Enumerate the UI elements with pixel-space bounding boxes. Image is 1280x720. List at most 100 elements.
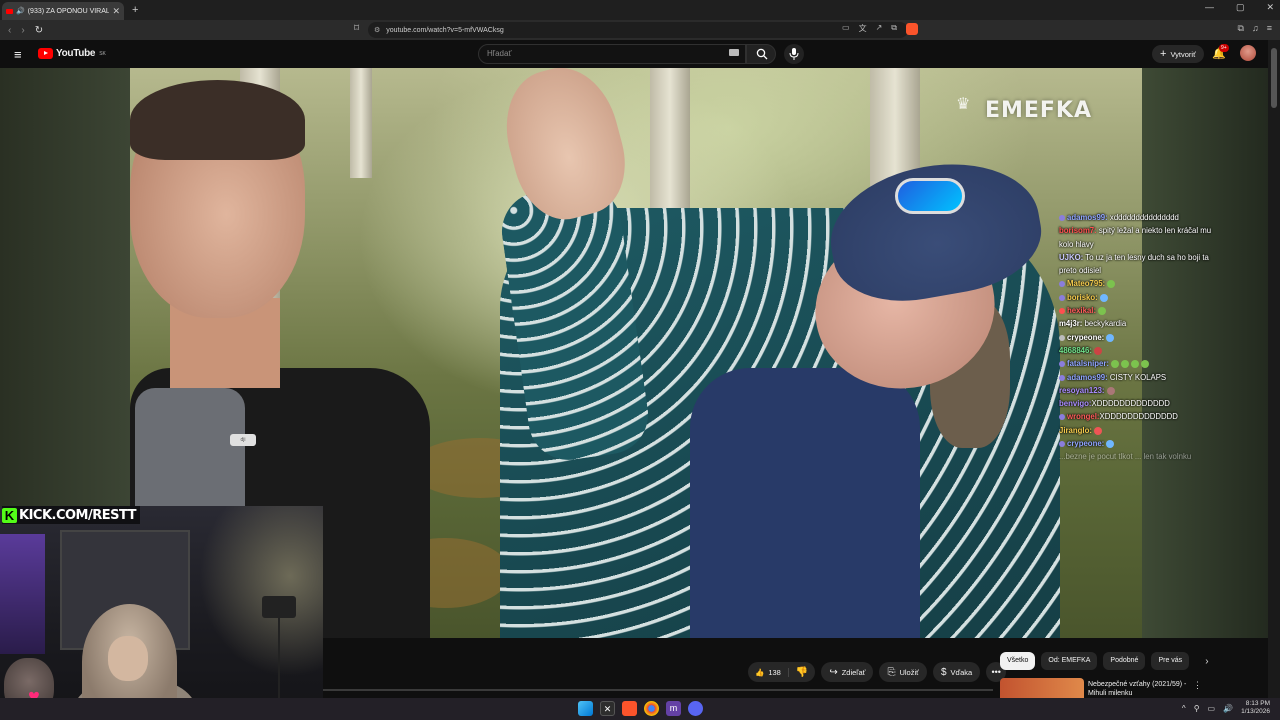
network-icon[interactable]: ▭ xyxy=(1208,704,1216,713)
chat-message: adamos99: xddddddddddddddd xyxy=(1059,211,1229,224)
back-icon[interactable]: ‹ xyxy=(8,25,11,36)
chat-message: benvigo:XDDDDDDDDDDDDD xyxy=(1059,397,1229,410)
browser-tab[interactable]: 🔊 (933) ZA OPONOU VIRALITY ✕ xyxy=(2,2,124,20)
recommended-title[interactable]: Nebezpečné vzťahy (2021/59) - Mihuli mil… xyxy=(1088,680,1188,698)
search-input[interactable]: Hľadať xyxy=(478,44,746,64)
close-window-button[interactable]: ✕ xyxy=(1266,2,1274,13)
reload-icon[interactable]: ↻ xyxy=(35,25,43,36)
search-button[interactable] xyxy=(746,44,776,64)
chat-username: UJKO: xyxy=(1059,252,1084,262)
emote-icon xyxy=(1106,439,1115,448)
chat-message: borisko: xyxy=(1059,291,1229,304)
windows-start-icon[interactable] xyxy=(578,701,593,716)
region-code: SK xyxy=(99,50,106,57)
kick-channel-overlay: K KICK.COM/RESTT xyxy=(2,506,141,524)
tree-trunk xyxy=(350,68,372,178)
microphone-icon xyxy=(789,48,799,60)
keyboard-icon[interactable] xyxy=(729,49,739,56)
chat-username: adamos99: xyxy=(1067,372,1108,382)
recommendation-chips: Všetko Od: EMEFKA Podobné Pre vás › xyxy=(1000,652,1209,670)
chat-message: hexikal: xyxy=(1059,304,1229,317)
chat-overlay: adamos99: xddddddddddddddd borisom7: spi… xyxy=(1059,211,1229,464)
chat-message: m4j3r: beckykardia xyxy=(1059,317,1229,330)
terminal-icon[interactable]: ✕ xyxy=(600,701,615,716)
youtube-favicon-icon xyxy=(6,8,13,14)
site-info-icon[interactable]: ⚙ xyxy=(374,26,380,34)
bookmark-save-icon: ⎘ xyxy=(887,666,896,678)
url-bar[interactable]: ⚙ youtube.com/watch?v=5-mfVWACksg xyxy=(368,22,908,38)
thanks-button[interactable]: $ Vďaka xyxy=(932,662,981,682)
extensions-icon[interactable]: ⧉ xyxy=(1238,23,1244,34)
chat-message: crypeone: xyxy=(1059,331,1229,344)
cast-icon[interactable]: ▭ xyxy=(842,23,850,35)
brave-browser-icon[interactable] xyxy=(622,701,637,716)
chat-username: crypeone: xyxy=(1067,439,1105,449)
app-m-icon[interactable]: m xyxy=(666,701,681,716)
chat-username: crypeone: xyxy=(1067,332,1105,342)
scrollbar-thumb[interactable] xyxy=(1271,48,1277,108)
lavalier-mic: dji xyxy=(230,434,256,446)
share-button[interactable]: ↪ Zdieľať xyxy=(821,662,874,682)
video-actions: 👍 138 👎 ↪ Zdieľať ⎘ Uložiť $ Vďaka ••• xyxy=(748,662,1007,682)
translate-icon[interactable]: 文 xyxy=(859,23,867,35)
nav-buttons: ‹ › ↻ xyxy=(8,25,43,36)
tray-chevron-icon[interactable]: ^ xyxy=(1182,704,1186,713)
hamburger-menu-icon[interactable]: ≡ xyxy=(14,47,22,62)
badge-icon xyxy=(1059,308,1065,315)
close-tab-icon[interactable]: ✕ xyxy=(112,6,120,17)
avatar[interactable] xyxy=(1240,45,1256,61)
chip-all[interactable]: Všetko xyxy=(1000,652,1036,670)
badge-icon xyxy=(1059,374,1065,381)
kick-channel-url: KICK.COM/RESTT xyxy=(19,507,137,523)
emote-icon xyxy=(1106,386,1115,395)
recommended-menu-icon[interactable]: ⋮ xyxy=(1193,680,1202,691)
chip-for-you[interactable]: Pre vás xyxy=(1151,652,1190,670)
chip-from-channel[interactable]: Od: EMEFKA xyxy=(1041,652,1098,670)
create-label: Vytvoriť xyxy=(1170,49,1196,59)
discord-icon[interactable] xyxy=(688,701,703,716)
page-scrollbar[interactable] xyxy=(1268,40,1280,704)
chip-related[interactable]: Podobné xyxy=(1103,652,1146,670)
forward-icon[interactable]: › xyxy=(21,25,24,36)
chrome-icon[interactable] xyxy=(644,701,659,716)
new-tab-button[interactable]: + xyxy=(132,4,138,16)
clock[interactable]: 8:13 PM 1/13/2026 xyxy=(1241,700,1270,716)
emote-icon xyxy=(1093,426,1102,435)
minimize-button[interactable]: — xyxy=(1205,2,1214,13)
like-dislike-group: 👍 138 👎 xyxy=(748,662,816,682)
youtube-logo[interactable]: YouTube SK xyxy=(38,48,106,59)
chat-message: Mateo795: xyxy=(1059,277,1229,290)
chevron-right-icon[interactable]: › xyxy=(1205,656,1208,667)
blue-vest xyxy=(690,368,920,638)
clock-time: 8:13 PM xyxy=(1245,700,1270,707)
usb-icon[interactable]: ⚲ xyxy=(1194,704,1200,713)
emote-icon xyxy=(1131,360,1140,369)
notification-badge: 9+ xyxy=(1219,44,1229,52)
chat-message: borisom7: spitý ležal a niekto len kráča… xyxy=(1059,224,1227,251)
save-button[interactable]: ⎘ Uložiť xyxy=(879,662,927,682)
media-icon[interactable]: ♫ xyxy=(1252,23,1259,34)
tab-title: (933) ZA OPONOU VIRALITY xyxy=(27,7,110,15)
chat-message: Jiranglo: xyxy=(1059,424,1229,437)
bookmark-icon[interactable]: ⌑ xyxy=(354,23,359,34)
emote-icon xyxy=(1121,360,1130,369)
address-bar-row: ‹ › ↻ ⌑ ⚙ youtube.com/watch?v=5-mfVWACks… xyxy=(0,20,1280,40)
emote-icon xyxy=(1093,346,1102,355)
chat-username: hexikal: xyxy=(1067,306,1097,316)
badge-icon xyxy=(1059,414,1065,421)
share-page-icon[interactable]: ↗ xyxy=(876,23,883,35)
dislike-button[interactable]: 👎 xyxy=(789,667,815,678)
menu-icon[interactable]: ≡ xyxy=(1267,23,1272,34)
volume-icon[interactable]: 🔊 xyxy=(1223,704,1233,713)
emote-icon xyxy=(1098,307,1107,316)
notifications-button[interactable]: 🔔 9+ xyxy=(1212,44,1229,60)
like-button[interactable]: 👍 138 xyxy=(748,667,789,677)
create-button[interactable]: + Vytvoriť xyxy=(1152,45,1204,63)
voice-search-button[interactable] xyxy=(784,44,804,64)
thumbs-down-icon: 👎 xyxy=(795,666,809,678)
maximize-button[interactable]: ▢ xyxy=(1236,2,1245,13)
copy-icon[interactable]: ⧉ xyxy=(891,23,897,35)
brave-shields-icon[interactable] xyxy=(905,23,918,35)
taskbar-apps: ✕ m xyxy=(578,701,703,716)
chat-message: adamos99: CISTY KOLAPS xyxy=(1059,371,1229,384)
